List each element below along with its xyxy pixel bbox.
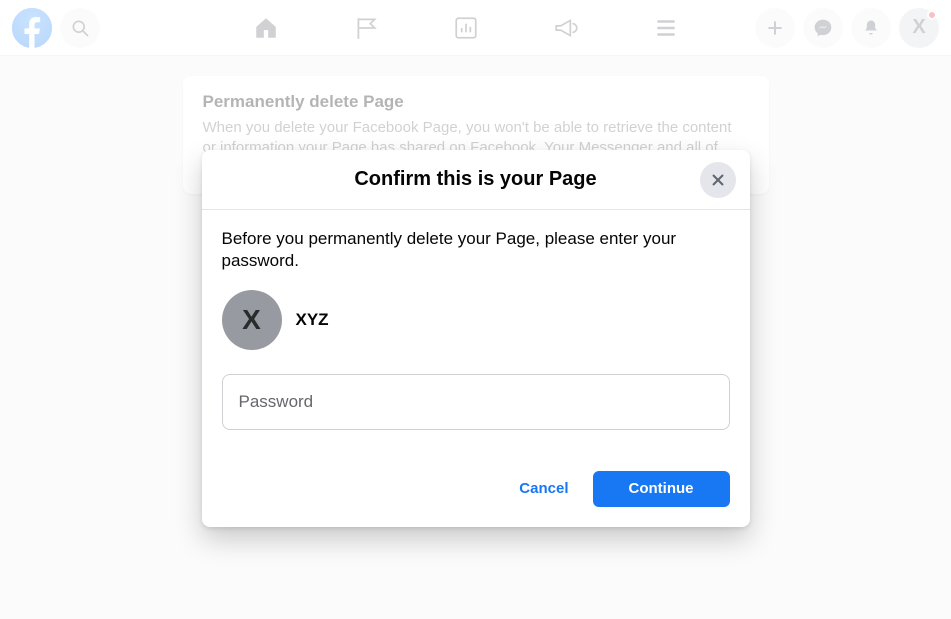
modal-close-button[interactable] xyxy=(700,162,736,198)
confirm-page-modal: Confirm this is your Page Before you per… xyxy=(202,150,750,527)
close-icon xyxy=(708,170,728,190)
cancel-button[interactable]: Cancel xyxy=(503,470,584,507)
page-avatar: X xyxy=(222,290,282,350)
continue-button[interactable]: Continue xyxy=(593,471,730,507)
page-avatar-initial: X xyxy=(242,304,261,336)
modal-header: Confirm this is your Page xyxy=(202,150,750,210)
password-input[interactable] xyxy=(222,374,730,430)
modal-description: Before you permanently delete your Page,… xyxy=(222,228,730,272)
page-name: XYZ xyxy=(296,310,329,330)
modal-body: Before you permanently delete your Page,… xyxy=(202,210,750,450)
modal-title: Confirm this is your Page xyxy=(354,168,596,191)
modal-page-row: X XYZ xyxy=(222,290,730,350)
modal-footer: Cancel Continue xyxy=(202,450,750,527)
